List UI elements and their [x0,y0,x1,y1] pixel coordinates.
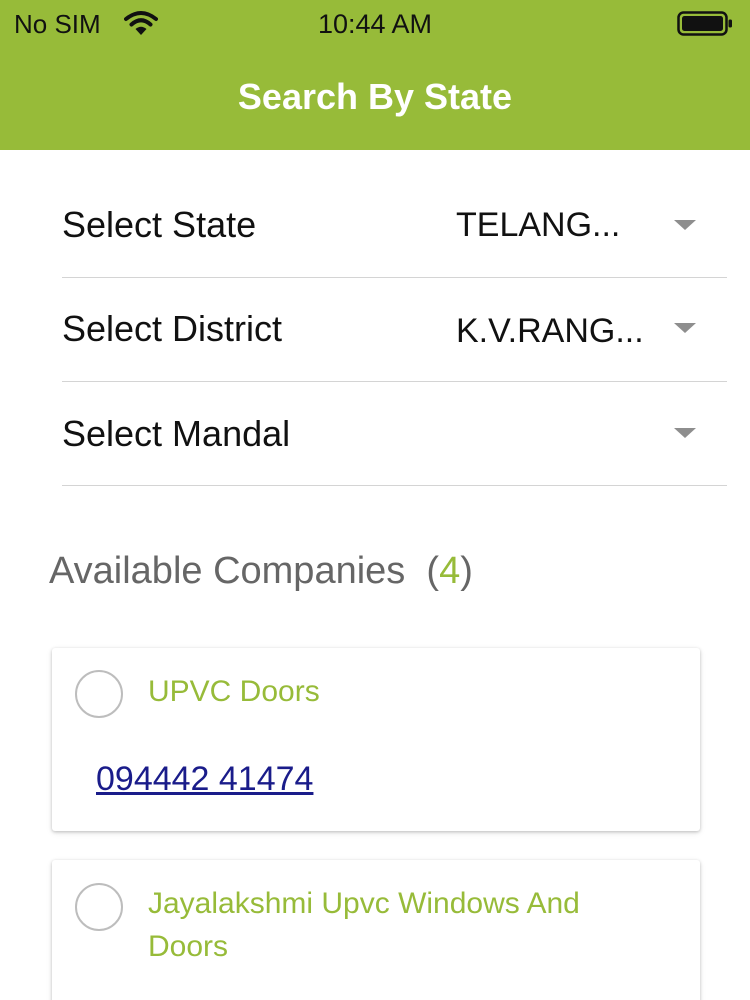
state-selector-label: Select State [62,204,257,245]
chevron-down-icon [674,323,696,333]
company-name: UPVC Doors [148,675,320,708]
state-selector[interactable]: Select State TELANG... [62,174,727,278]
results-count-open: ( [426,550,440,592]
page-title: Search By State [237,76,513,117]
state-selector-value: TELANG... [456,206,621,244]
results-heading: Available Companies (4) [49,550,473,593]
company-radio-button[interactable] [75,883,123,931]
company-radio-button[interactable] [75,670,123,718]
chevron-down-icon [674,220,696,230]
chevron-down-icon [674,428,696,438]
district-selector-value: K.V.RANG... [456,312,644,350]
results-count-close: ) [460,550,473,592]
mandal-selector-label: Select Mandal [62,413,291,454]
app-header: No SIM 10:44 AM Search By State [0,0,750,150]
district-selector-label: Select District [62,308,283,349]
district-selector[interactable]: Select District K.V.RANG... [62,278,727,382]
company-card[interactable]: Jayalakshmi Upvc Windows And Doors [52,860,700,1000]
status-bar: No SIM 10:44 AM [0,0,750,48]
status-time: 10:44 AM [317,9,433,39]
mandal-selector[interactable]: Select Mandal [62,382,727,486]
battery-icon [677,11,732,36]
company-card[interactable]: UPVC Doors 094442 41474 [52,648,700,831]
company-name: Jayalakshmi Upvc Windows And Doors [148,887,580,963]
results-heading-label: Available Companies [49,550,406,592]
results-count: 4 [439,550,461,592]
company-phone-link[interactable]: 094442 41474 [96,760,313,799]
